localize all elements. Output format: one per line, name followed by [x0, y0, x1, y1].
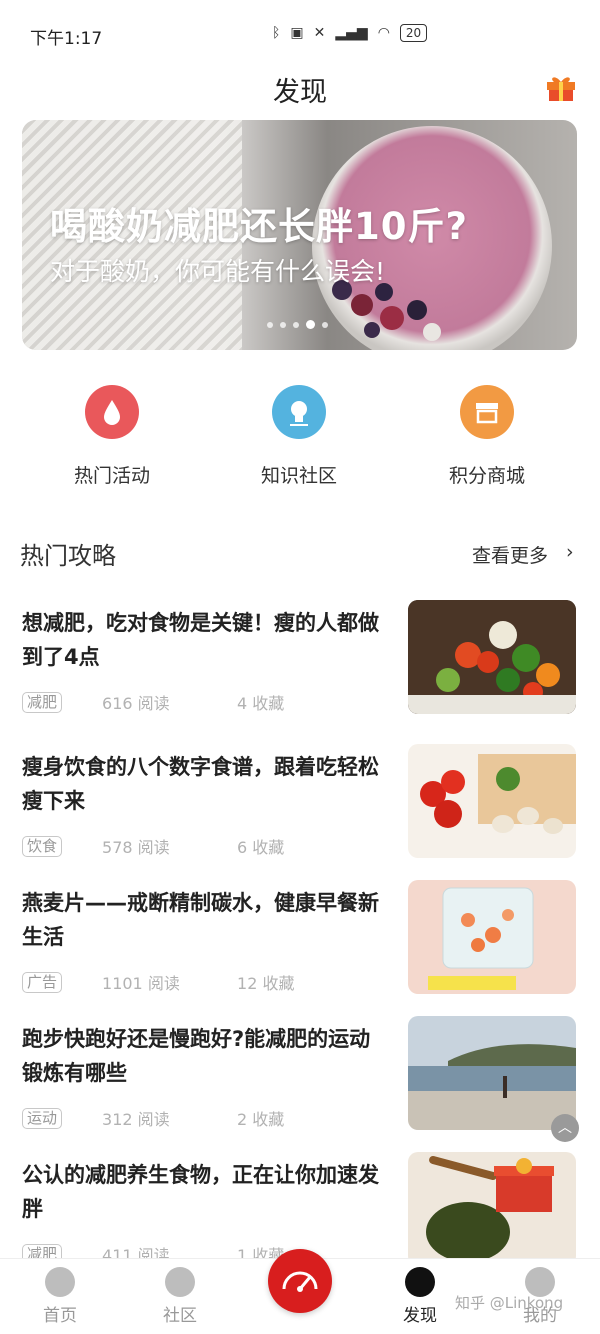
wifi-icon: ◠ — [377, 25, 390, 41]
compass-icon — [405, 1267, 435, 1297]
battery-icon: 20 — [399, 24, 428, 42]
article-meta: 减肥 616 阅读 4 收藏 — [22, 690, 284, 714]
nav-label: 首页 — [43, 1306, 77, 1326]
article-meta: 运动 312 阅读 2 收藏 — [22, 1106, 284, 1130]
banner-title: 喝酸奶减肥还长胖10斤? — [50, 205, 468, 248]
article-title: 公认的减肥养生食物，正在让你加速发胖 — [22, 1163, 379, 1221]
article-title: 想减肥，吃对食物是关键！瘦的人都做到了4点 — [22, 611, 379, 669]
section-title: 热门攻略 — [20, 542, 116, 570]
article-item[interactable]: 想减肥，吃对食物是关键！瘦的人都做到了4点 减肥 616 阅读 4 收藏 — [0, 600, 600, 728]
article-tag: 减肥 — [22, 691, 63, 713]
article-item[interactable]: 燕麦片——戒断精制碳水，健康早餐新生活 广告 1101 阅读 12 收藏 — [0, 880, 600, 1008]
article-title: 瘦身饮食的八个数字食谱，跟着吃轻松瘦下来 — [22, 755, 379, 813]
article-item[interactable]: 跑步快跑好还是慢跑好?能减肥的运动锻炼有哪些 运动 312 阅读 2 收藏 — [0, 1016, 600, 1144]
article-tag: 饮食 — [22, 835, 63, 857]
banner-dot[interactable] — [293, 321, 299, 328]
status-time: 下午1:17 — [30, 29, 103, 49]
entry-hot-activities[interactable]: 热门活动 — [42, 385, 182, 488]
article-meta: 饮食 578 阅读 6 收藏 — [22, 834, 284, 858]
gift-icon[interactable] — [545, 72, 577, 102]
banner-subtitle: 对于酸奶，你可能有什么误会! — [50, 257, 386, 286]
article-reads: 616 阅读 — [102, 694, 170, 713]
entry-label: 热门活动 — [73, 465, 150, 487]
chevron-right-icon[interactable]: › — [566, 541, 574, 563]
article-title: 燕麦片——戒断精制碳水，健康早餐新生活 — [22, 891, 379, 949]
article-favorites: 2 收藏 — [237, 1110, 285, 1129]
watermark: 知乎 @Linkong — [455, 1294, 564, 1312]
banner-dot[interactable] — [280, 321, 286, 328]
page-title: 发现 — [273, 77, 327, 108]
oatmeal-cup-thumbnail — [408, 880, 576, 994]
drop-icon — [85, 385, 139, 439]
article-item[interactable]: 瘦身饮食的八个数字食谱，跟着吃轻松瘦下来 饮食 578 阅读 6 收藏 — [0, 744, 600, 872]
article-title: 跑步快跑好还是慢跑好?能减肥的运动锻炼有哪些 — [22, 1027, 371, 1085]
banner-pagination — [267, 320, 328, 329]
nav-home[interactable]: 首页 — [20, 1267, 100, 1326]
health-food-thumbnail — [408, 1152, 576, 1266]
notification-icon: ▣ — [290, 25, 304, 41]
nav-label: 社区 — [163, 1306, 197, 1326]
article-reads: 312 阅读 — [102, 1110, 170, 1129]
community-icon — [165, 1267, 195, 1297]
banner-dot[interactable] — [322, 321, 328, 328]
nav-label: 发现 — [403, 1306, 437, 1326]
tomatoes-mushrooms-thumbnail — [408, 744, 576, 858]
article-meta: 广告 1101 阅读 12 收藏 — [22, 970, 294, 994]
entry-knowledge-community[interactable]: 知识社区 — [229, 385, 369, 488]
vegetables-thumbnail — [408, 600, 576, 714]
article-favorites: 6 收藏 — [237, 838, 285, 857]
nav-community[interactable]: 社区 — [140, 1267, 220, 1326]
promo-banner[interactable]: 喝酸奶减肥还长胖10斤? 对于酸奶，你可能有什么误会! — [22, 120, 577, 350]
status-bar: 下午1:17 ᛒ ▣ ✕ ▂▄▆ ◠ 20 — [0, 0, 600, 70]
entry-label: 知识社区 — [260, 465, 337, 487]
home-icon — [45, 1267, 75, 1297]
entry-label: 积分商城 — [448, 465, 525, 487]
beach-runner-thumbnail — [408, 1016, 576, 1130]
entry-points-mall[interactable]: 积分商城 — [417, 385, 557, 488]
lightbulb-icon — [272, 385, 326, 439]
mute-icon: ✕ — [313, 25, 326, 41]
article-tag: 广告 — [22, 971, 63, 993]
store-icon — [460, 385, 514, 439]
banner-dot-active[interactable] — [306, 320, 315, 329]
scroll-to-top-button[interactable]: ︿ — [551, 1114, 579, 1142]
speedometer-button[interactable] — [268, 1249, 332, 1313]
article-favorites: 12 收藏 — [237, 974, 295, 993]
banner-dot[interactable] — [267, 321, 273, 328]
article-tag: 运动 — [22, 1107, 63, 1129]
article-reads: 578 阅读 — [102, 838, 170, 857]
article-favorites: 4 收藏 — [237, 694, 285, 713]
signal-icon: ▂▄▆ — [335, 25, 368, 41]
speedometer-icon — [282, 1271, 318, 1292]
see-more-link[interactable]: 查看更多 — [472, 541, 548, 568]
bluetooth-icon: ᛒ — [272, 25, 281, 41]
status-icons: ᛒ ▣ ✕ ▂▄▆ ◠ 20 — [272, 24, 428, 42]
article-reads: 1101 阅读 — [102, 974, 180, 993]
nav-discover[interactable]: 发现 — [380, 1267, 460, 1326]
